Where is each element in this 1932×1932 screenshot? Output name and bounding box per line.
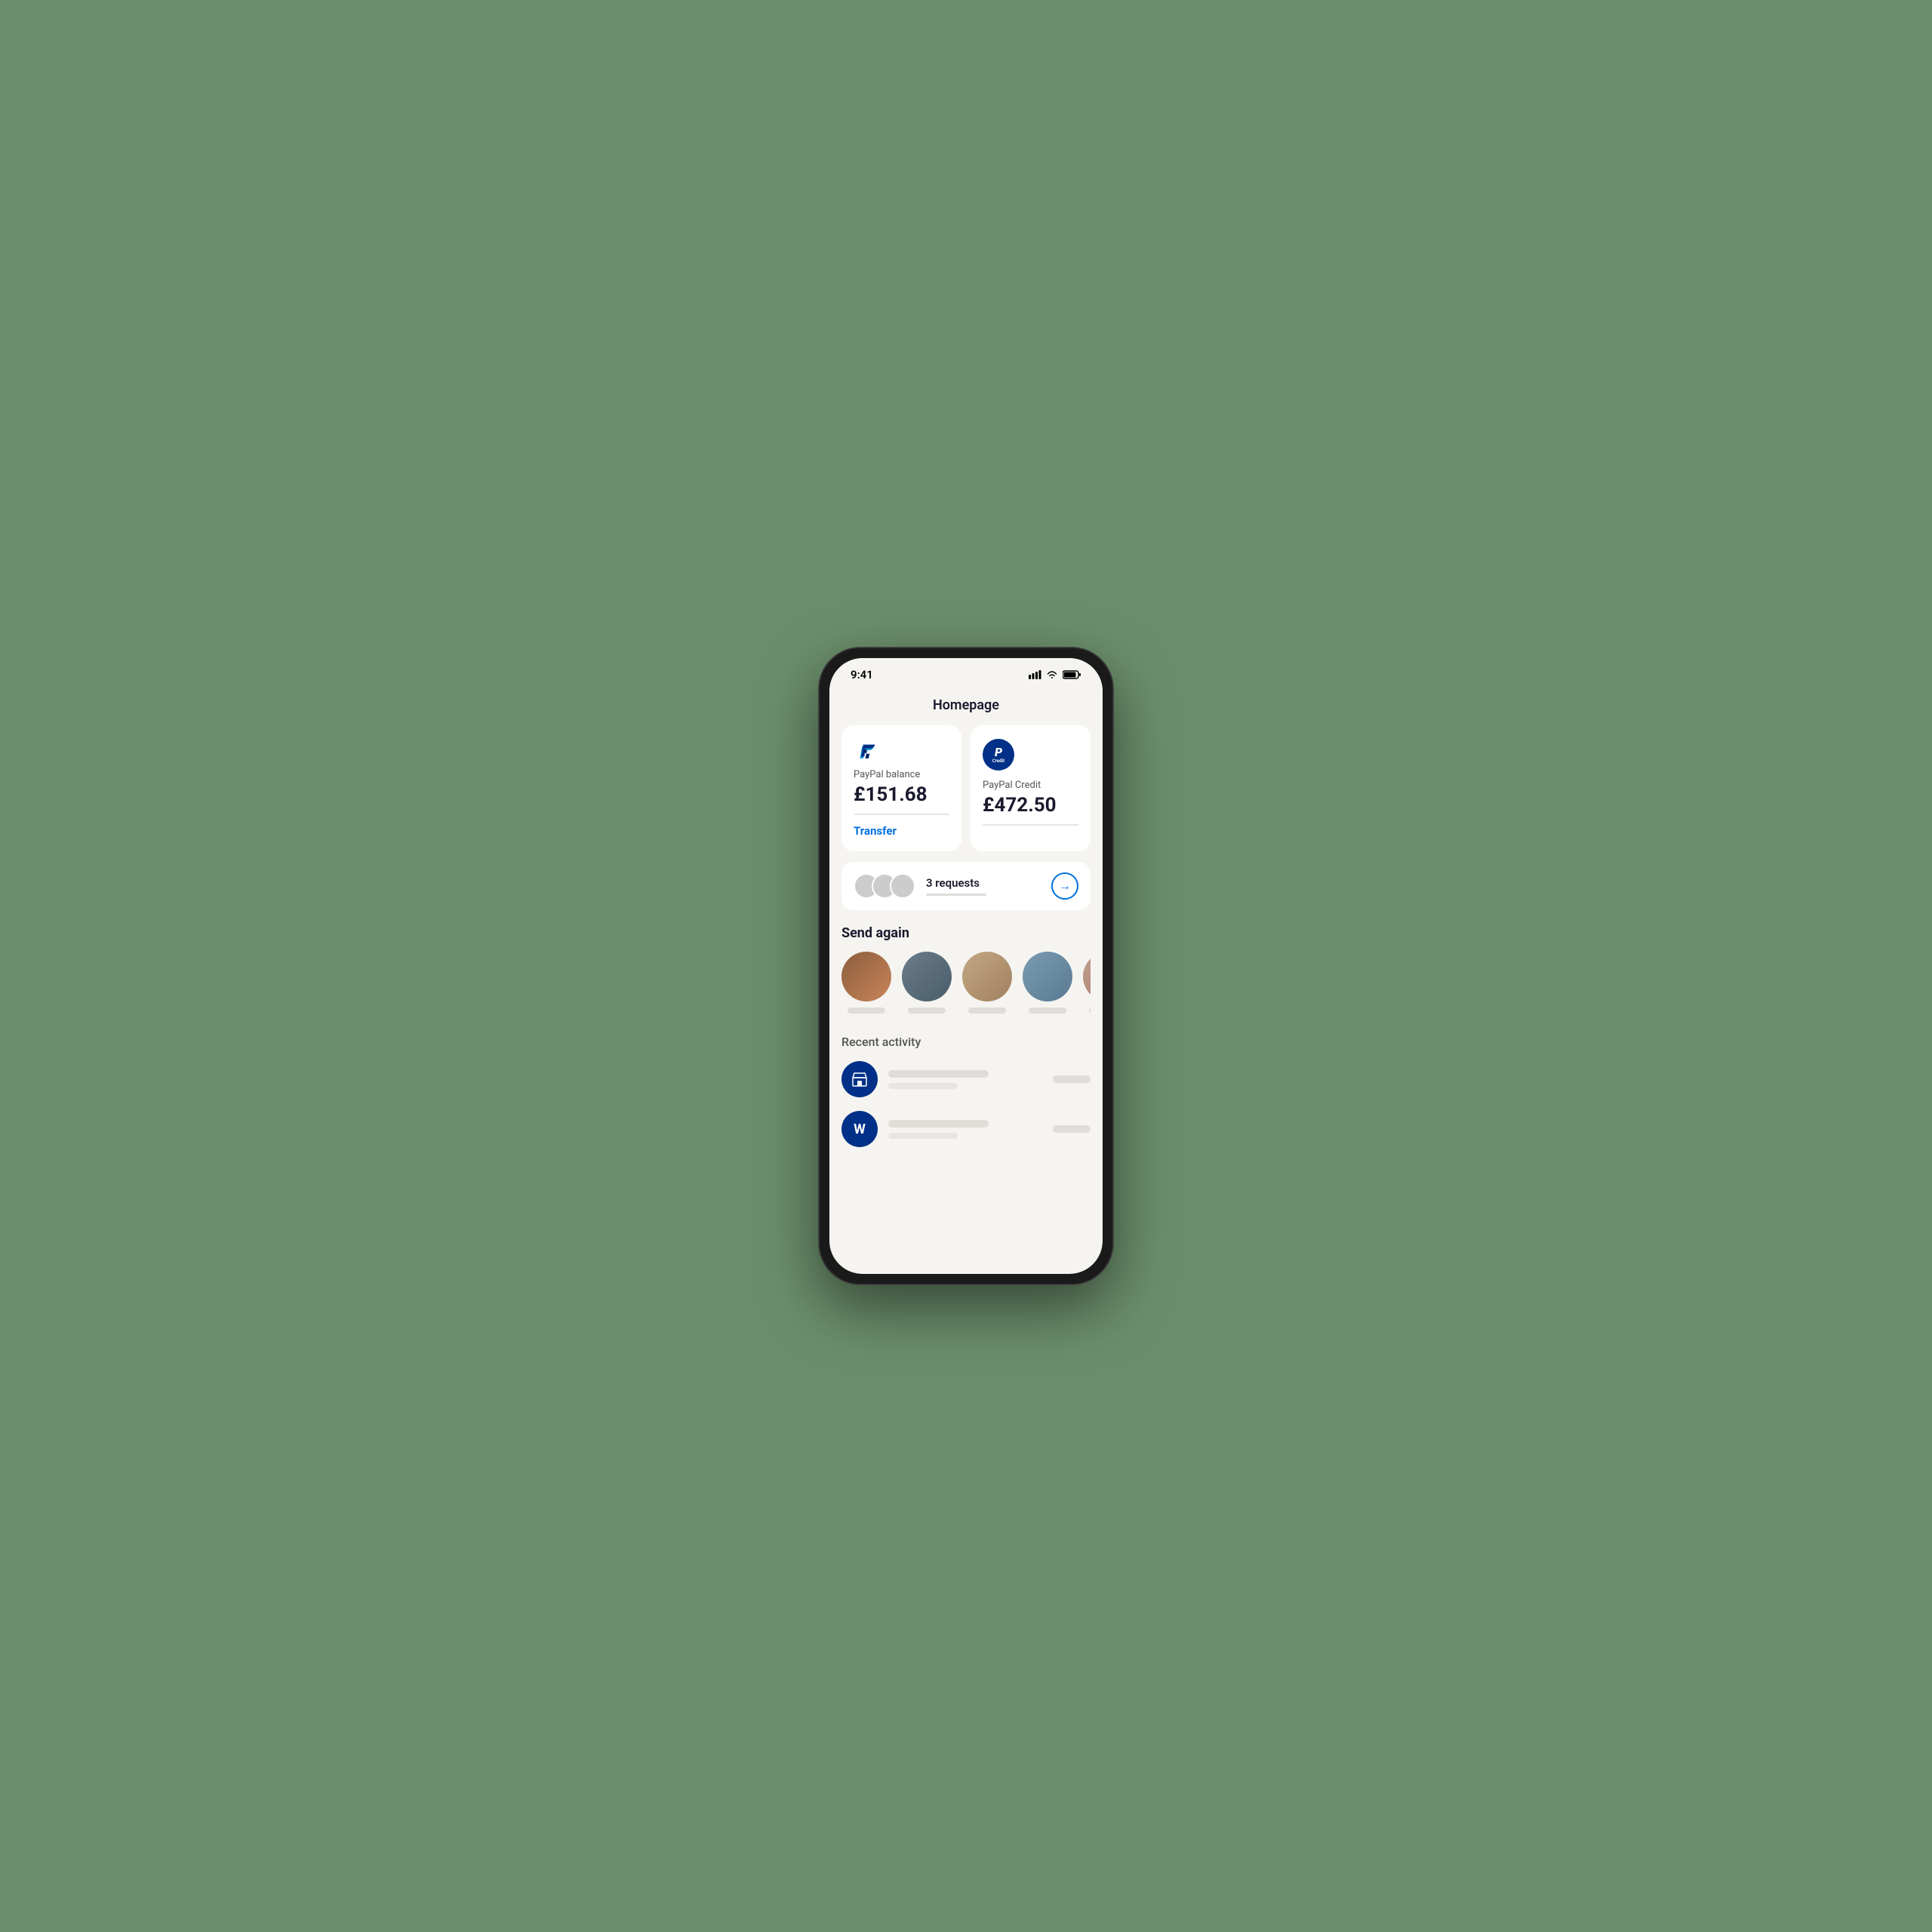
status-icons <box>1029 670 1081 679</box>
recent-activity-title: Recent activity <box>841 1035 1091 1049</box>
contact-avatar-4 <box>1023 952 1072 1001</box>
send-contact-5[interactable] <box>1083 952 1091 1014</box>
signal-icon <box>1029 670 1041 679</box>
status-bar: 9:41 <box>829 658 1103 691</box>
credit-label-small: Credit <box>992 759 1004 764</box>
send-contact-2[interactable] <box>902 952 952 1014</box>
activity-item-1[interactable] <box>841 1061 1091 1097</box>
contact-name-bar-4 <box>1029 1008 1066 1014</box>
avatar-stack <box>854 873 915 899</box>
activity-info-2 <box>888 1120 1042 1139</box>
main-area: PayPal balance £151.68 Transfer P Credit… <box>829 725 1103 1191</box>
balance-card-divider <box>854 814 949 815</box>
requests-label: 3 requests <box>926 876 1051 890</box>
activity-icon-store <box>841 1061 878 1097</box>
send-again-title: Send again <box>841 925 1091 941</box>
send-contact-3[interactable] <box>962 952 1012 1014</box>
credit-p-letter: P <box>995 746 1002 758</box>
phone-screen: 9:41 <box>829 658 1103 1274</box>
phone-frame: 9:41 <box>819 648 1113 1284</box>
activity-line2-2 <box>888 1133 958 1139</box>
battery-icon <box>1063 670 1081 679</box>
contact-avatar-5 <box>1083 952 1091 1001</box>
contact-name-bar-2 <box>908 1008 946 1014</box>
request-avatar-3 <box>890 873 915 899</box>
contact-avatar-1 <box>841 952 891 1001</box>
paypal-balance-card[interactable]: PayPal balance £151.68 Transfer <box>841 725 961 851</box>
contact-name-bar-1 <box>848 1008 885 1014</box>
contact-avatar-3 <box>962 952 1012 1001</box>
activity-line1-2 <box>888 1120 989 1128</box>
transfer-link[interactable]: Transfer <box>854 824 949 838</box>
balance-card-amount: £151.68 <box>854 783 949 806</box>
activity-amount-2 <box>1053 1125 1091 1133</box>
contact-avatar-2 <box>902 952 952 1001</box>
activity-line2-1 <box>888 1083 958 1089</box>
arrow-right-icon: → <box>1059 878 1071 894</box>
activity-info-1 <box>888 1070 1042 1089</box>
paypal-credit-card[interactable]: P Credit PayPal Credit £472.50 <box>971 725 1091 851</box>
send-contact-4[interactable] <box>1023 952 1072 1014</box>
activity-amount-1 <box>1053 1075 1091 1083</box>
requests-arrow-button[interactable]: → <box>1051 872 1078 900</box>
screen-content[interactable]: 9:41 <box>829 658 1103 1274</box>
wifi-icon <box>1046 670 1058 679</box>
activity-line1-1 <box>888 1070 989 1078</box>
status-time: 9:41 <box>851 668 873 681</box>
send-contact-1[interactable] <box>841 952 891 1014</box>
send-again-row <box>841 952 1091 1014</box>
store-icon <box>851 1070 869 1088</box>
balance-card-label: PayPal balance <box>854 769 949 780</box>
page-title: Homepage <box>829 691 1103 725</box>
paypal-credit-icon: P Credit <box>983 739 1014 771</box>
activity-item-2[interactable]: W <box>841 1111 1091 1147</box>
requests-bar <box>926 894 986 896</box>
contact-name-bar-3 <box>968 1008 1006 1014</box>
requests-text: 3 requests <box>926 876 1051 896</box>
credit-card-divider <box>983 824 1078 826</box>
paypal-logo-icon <box>854 739 881 766</box>
credit-card-label: PayPal Credit <box>983 780 1078 791</box>
balance-cards: PayPal balance £151.68 Transfer P Credit… <box>841 725 1091 851</box>
activity-icon-w: W <box>841 1111 878 1147</box>
contact-name-bar-5 <box>1089 1008 1091 1014</box>
requests-banner[interactable]: 3 requests → <box>841 862 1091 910</box>
credit-card-amount: £472.50 <box>983 794 1078 817</box>
